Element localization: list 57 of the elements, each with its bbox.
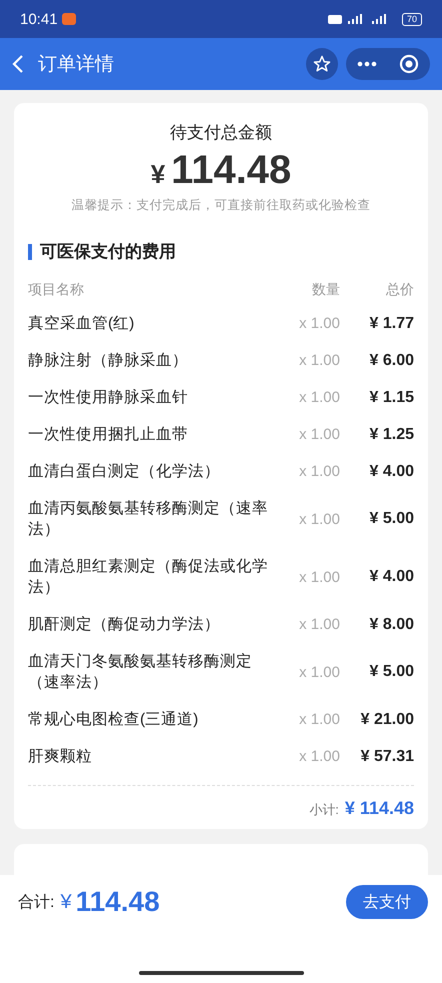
status-time: 10:41: [20, 10, 58, 28]
column-header: 数量: [311, 280, 340, 299]
item-name: 一次性使用捆扎止血带: [28, 425, 189, 445]
item-quantity: x 1.00: [298, 315, 340, 332]
column-header: 总价: [385, 280, 414, 299]
favorite-button[interactable]: [306, 48, 338, 80]
item-quantity: x 1.00: [298, 352, 340, 369]
item-name: 肝爽颗粒: [28, 747, 93, 767]
item-quantity: x 1.00: [298, 748, 340, 765]
item-quantity: x 1.00: [298, 711, 340, 728]
total-label: 待支付总金额: [169, 122, 273, 144]
item-price: ¥ 1.25: [368, 426, 414, 444]
star-icon: [313, 55, 331, 73]
recording-icon: [62, 13, 76, 25]
column-header: 项目名称: [28, 280, 85, 299]
item-price: ¥ 8.00: [368, 616, 414, 634]
section-marker: [28, 244, 32, 260]
item-price: ¥ 6.00: [368, 352, 414, 370]
pay-button[interactable]: 去支付: [346, 885, 428, 919]
battery-icon: 70: [402, 12, 422, 26]
item-quantity: x 1.00: [298, 510, 340, 528]
back-icon[interactable]: [12, 54, 24, 74]
item-price: ¥ 5.00: [368, 510, 414, 528]
item-price: ¥ 4.00: [368, 462, 414, 480]
item-quantity: x 1.00: [298, 568, 340, 586]
more-icon[interactable]: [357, 61, 377, 67]
item-price: ¥ 21.00: [360, 710, 414, 728]
item-quantity: x 1.00: [298, 463, 340, 480]
item-price: ¥ 4.00: [368, 568, 414, 586]
item-price: ¥ 1.77: [368, 314, 414, 332]
currency-symbol: ¥: [150, 159, 166, 190]
close-icon[interactable]: [399, 54, 419, 74]
item-name: 肌酐测定（酶促动力学法）: [28, 615, 221, 635]
item-name: 血清白蛋白测定（化学法）: [28, 462, 221, 482]
total-amount: 114.48: [171, 148, 292, 193]
item-price: ¥ 57.31: [360, 748, 414, 766]
item-name: 血清丙氨酸氨基转移酶测定（速率法）: [28, 499, 269, 540]
item-quantity: x 1.00: [298, 616, 340, 633]
item-quantity: x 1.00: [298, 389, 340, 406]
item-name: 一次性使用静脉采血针: [28, 388, 189, 408]
item-price: ¥ 1.15: [368, 388, 414, 406]
tip-text: 温馨提示：支付完成后，可直接前往取药或化验检查: [70, 197, 372, 214]
currency-symbol: ¥: [60, 890, 72, 914]
subtotal-label: 小计:: [309, 801, 339, 819]
total-amount: 114.48: [76, 886, 161, 918]
item-name: 血清总胆红素测定（酶促法或化学法）: [28, 557, 269, 598]
item-price: ¥ 5.00: [368, 663, 414, 681]
total-label: 合计:: [18, 892, 54, 912]
item-name: 常规心电图检查(三通道): [28, 710, 200, 730]
item-quantity: x 1.00: [298, 664, 340, 680]
item-quantity: x 1.00: [298, 426, 340, 443]
subtotal-amount: ¥ 114.48: [344, 798, 414, 819]
item-name: 真空采血管(红): [28, 314, 136, 334]
item-name: 血清天门冬氨酸氨基转移酶测定（速率法）: [28, 652, 253, 693]
page-title: 订单详情: [38, 53, 115, 77]
section-title: 可医保支付的费用: [40, 241, 176, 263]
item-name: 静脉注射（静脉采血）: [28, 351, 189, 371]
